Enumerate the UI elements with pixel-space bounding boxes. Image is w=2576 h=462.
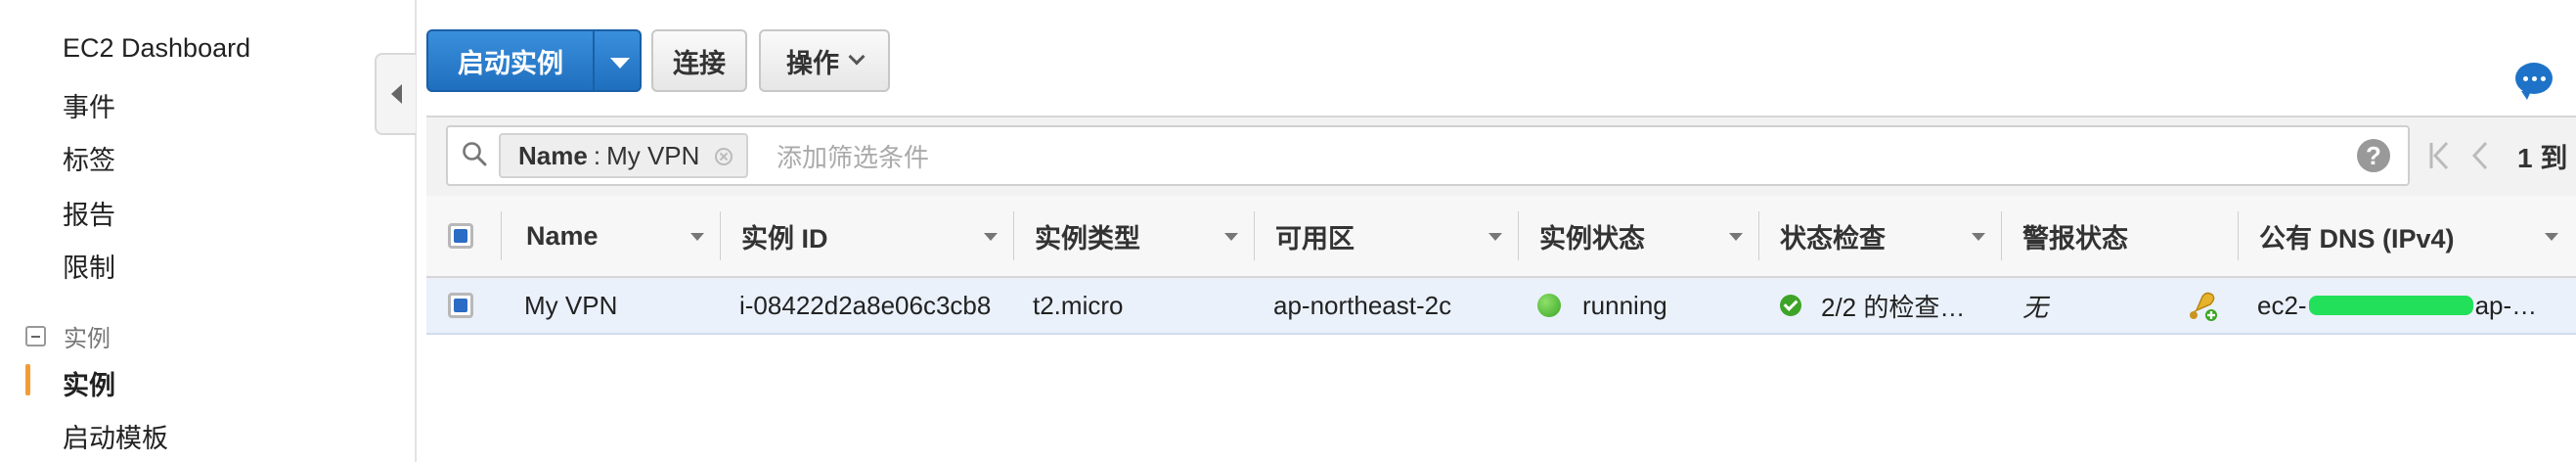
sort-icon[interactable] [1488, 233, 1502, 241]
row-checkbox[interactable] [448, 278, 473, 333]
dns-prefix: ec2- [2257, 290, 2307, 320]
sidebar-item-instances[interactable]: 实例 [63, 364, 115, 402]
sidebar-item-tags[interactable]: 标签 [63, 139, 115, 177]
chevron-left-icon [390, 84, 402, 104]
column-header-status-check[interactable]: 状态检查 [1780, 196, 1886, 276]
column-header-instance-type[interactable]: 实例类型 [1035, 196, 1140, 276]
column-header-public-dns[interactable]: 公有 DNS (IPv4) [2259, 196, 2455, 276]
sidebar-collapse-button[interactable] [375, 53, 416, 135]
collapse-icon[interactable] [25, 326, 46, 346]
status-check-label[interactable]: 2/2 的检查… [1821, 288, 1965, 324]
sort-icon[interactable] [1729, 233, 1743, 241]
filter-bar: Name : My VPN ? 1 到 [426, 116, 2576, 200]
dns-suffix: ap-… [2474, 290, 2538, 320]
pagination-text: 1 到 [2517, 143, 2568, 173]
help-icon[interactable]: ? [2357, 139, 2390, 172]
first-page-icon[interactable] [2427, 139, 2451, 172]
filter-input[interactable] [775, 137, 2304, 178]
caret-down-icon[interactable] [610, 58, 630, 69]
select-all-checkbox[interactable] [448, 196, 473, 276]
column-header-instance-id[interactable]: 实例 ID [741, 196, 828, 276]
sidebar-item-events[interactable]: 事件 [63, 86, 115, 124]
sort-icon[interactable] [1224, 233, 1238, 241]
sort-icon[interactable] [2545, 233, 2558, 241]
sidebar-item-ec2-dashboard[interactable]: EC2 Dashboard [63, 33, 250, 64]
active-indicator [25, 364, 30, 395]
actions-label: 操作 [786, 48, 839, 78]
cell-instance-type: t2.micro [1033, 290, 1124, 320]
previous-page-icon[interactable] [2470, 139, 2490, 172]
filter-chip[interactable]: Name : My VPN [499, 133, 749, 178]
launch-instance-button[interactable]: 启动实例 [426, 29, 642, 92]
redaction-mark [2308, 296, 2473, 315]
cell-name: My VPN [524, 290, 618, 320]
sidebar-item-reports[interactable]: 报告 [63, 194, 115, 232]
sort-icon[interactable] [984, 233, 998, 241]
table-header: Name 实例 ID 实例类型 可用区 实例状态 状态检查 警报状态 公有 DN… [426, 196, 2576, 278]
close-icon[interactable] [715, 148, 733, 165]
check-icon [1780, 295, 1801, 316]
search-icon [463, 142, 487, 166]
instance-state-label: running [1582, 290, 1667, 320]
table-row[interactable]: My VPN i-08422d2a8e06c3cb8 t2.micro ap-n… [426, 278, 2576, 335]
sidebar-group-instances[interactable]: 实例 [25, 319, 111, 353]
cell-instance-state: running [1537, 278, 1667, 333]
cell-public-dns: ec2- ap-… [2257, 278, 2537, 333]
filter-chip-key: Name [518, 140, 588, 170]
connect-label: 连接 [673, 48, 726, 78]
search-box[interactable]: Name : My VPN ? [446, 125, 2410, 186]
actions-button[interactable]: 操作 [759, 29, 890, 92]
chevron-down-icon [848, 48, 866, 66]
sidebar-group-label: 实例 [64, 326, 111, 352]
filter-chip-value: My VPN [606, 140, 700, 170]
column-header-availability-zone[interactable]: 可用区 [1275, 196, 1355, 276]
alarm-bell-icon[interactable] [2185, 278, 2218, 333]
sidebar-item-launch-templates[interactable]: 启动模板 [63, 417, 168, 455]
cell-availability-zone: ap-northeast-2c [1273, 290, 1452, 320]
sidebar-item-limits[interactable]: 限制 [63, 247, 115, 285]
cell-status-check[interactable]: 2/2 的检查… [1780, 278, 1965, 333]
filter-chip-separator: : [593, 140, 601, 170]
cell-alarm-status: 无 [2022, 292, 2049, 322]
sort-icon[interactable] [690, 233, 704, 241]
sort-icon[interactable] [1972, 233, 1985, 241]
connect-button[interactable]: 连接 [651, 29, 747, 92]
running-status-icon [1537, 294, 1561, 317]
column-header-instance-state[interactable]: 实例状态 [1539, 196, 1645, 276]
launch-instance-label: 启动实例 [458, 48, 563, 78]
sidebar: EC2 Dashboard 事件 标签 报告 限制 实例 实例 启动模板 [0, 0, 417, 462]
cell-instance-id: i-08422d2a8e06c3cb8 [739, 290, 992, 320]
chat-icon[interactable] [2515, 63, 2553, 100]
column-header-name[interactable]: Name [526, 196, 599, 276]
column-header-alarm-status[interactable]: 警报状态 [2022, 196, 2128, 276]
